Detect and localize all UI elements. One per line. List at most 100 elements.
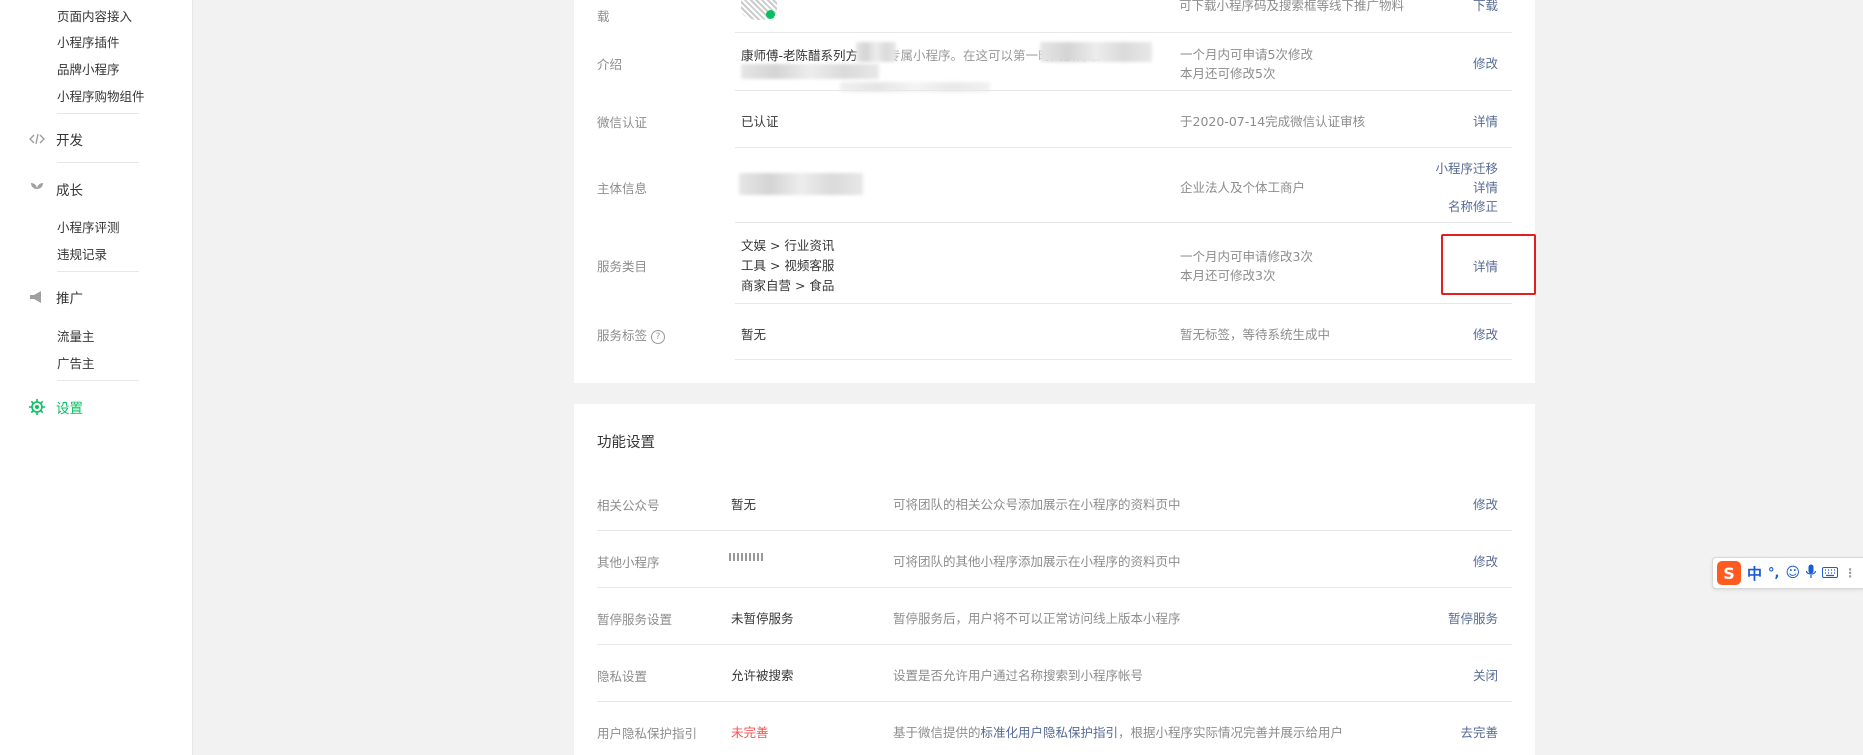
mini-app-thumbnail — [729, 553, 763, 561]
highlight-box — [1441, 234, 1536, 295]
divider — [735, 147, 1512, 148]
emoji-icon[interactable]: ☺ — [1785, 565, 1800, 581]
row-label-privacy: 隐私设置 — [597, 669, 648, 684]
row-label-pause-service: 暂停服务设置 — [597, 612, 673, 627]
row-desc: 本月还可修改5次 — [1180, 66, 1276, 81]
row-label-tags: 服务标签? — [597, 325, 666, 344]
row-label-entity: 主体信息 — [597, 181, 648, 196]
pause-service-value: 未暂停服务 — [731, 611, 794, 626]
sidebar-item-dev[interactable]: 开发 — [28, 129, 83, 149]
divider — [597, 587, 1512, 588]
divider — [57, 271, 139, 272]
sidebar-item-label: 成长 — [56, 183, 83, 199]
row-label-verify: 微信认证 — [597, 115, 648, 130]
sidebar-item-brand[interactable]: 品牌小程序 — [57, 59, 120, 78]
sidebar-item-plugin[interactable]: 小程序插件 — [57, 32, 120, 51]
official-account-value: 暂无 — [731, 497, 757, 512]
row-desc: 本月还可修改3次 — [1180, 268, 1276, 283]
download-link[interactable]: 下载 — [1438, 0, 1498, 14]
func-settings-card — [574, 404, 1535, 755]
divider — [57, 380, 139, 381]
blurred-entity-name — [739, 173, 863, 195]
edit-official-account-link[interactable]: 修改 — [1440, 494, 1498, 513]
row-label-text: 服务标签 — [597, 328, 648, 343]
divider — [735, 303, 1512, 304]
row-label-intro: 介绍 — [597, 57, 623, 72]
tags-value: 暂无 — [741, 327, 767, 342]
complete-privacy-guide-link[interactable]: 去完善 — [1430, 722, 1498, 741]
verify-detail-link[interactable]: 详情 — [1440, 111, 1498, 130]
edit-tags-link[interactable]: 修改 — [1440, 324, 1498, 343]
help-icon[interactable]: ? — [651, 329, 666, 344]
more-icon[interactable]: ⋮ — [1844, 566, 1856, 580]
privacy-value: 允许被搜索 — [731, 668, 794, 683]
blurred-text — [741, 64, 879, 79]
sidebar-item-traffic[interactable]: 流量主 — [57, 326, 95, 345]
row-desc: 基于微信提供的标准化用户隐私保护指引，根据小程序实际情况完善并展示给用户 — [893, 722, 1343, 741]
divider — [597, 644, 1512, 645]
row-desc: 可将团队的相关公众号添加展示在小程序的资料页中 — [893, 497, 1181, 512]
entity-detail-link[interactable]: 详情 — [1420, 177, 1498, 196]
sidebar-item-label: 设置 — [56, 401, 83, 417]
edit-intro-link[interactable]: 修改 — [1440, 53, 1498, 72]
divider — [735, 359, 1512, 360]
row-desc: 企业法人及个体工商户 — [1180, 180, 1306, 195]
divider — [735, 222, 1512, 223]
section-title: 功能设置 — [597, 435, 655, 451]
code-icon — [28, 130, 46, 148]
sogou-logo-icon[interactable]: S — [1717, 561, 1741, 585]
sidebar-item-label: 推广 — [56, 291, 83, 307]
intro-text: 康师傅-老陈醋系列方 — [741, 48, 859, 63]
microphone-icon[interactable] — [1805, 564, 1817, 583]
row-label-official-account: 相关公众号 — [597, 498, 660, 513]
ime-toolbar[interactable]: S 中 °, ☺ ⋮ — [1712, 557, 1863, 589]
divider — [597, 701, 1512, 702]
verified-icon — [766, 10, 775, 19]
punctuation-icon[interactable]: °, — [1768, 566, 1779, 581]
blurred-text — [1040, 42, 1152, 62]
row-desc: 暂停服务后，用户将不可以正常访问线上版本小程序 — [893, 611, 1181, 626]
category-item: 工具 > 视频客服 — [741, 258, 835, 273]
migrate-link[interactable]: 小程序迁移 — [1420, 158, 1498, 177]
sidebar-item-advertiser[interactable]: 广告主 — [57, 353, 95, 372]
privacy-guide-status: 未完善 — [731, 725, 769, 740]
pause-service-link[interactable]: 暂停服务 — [1420, 608, 1498, 627]
sidebar-item-settings[interactable]: 设置 — [28, 397, 83, 417]
close-privacy-link[interactable]: 关闭 — [1440, 665, 1498, 684]
privacy-guide-doc-link[interactable]: 标准化用户隐私保护指引 — [981, 725, 1119, 740]
category-item: 文娱 > 行业资讯 — [741, 238, 835, 253]
category-item: 商家自营 > 食品 — [741, 278, 835, 293]
row-desc: 暂无标签，等待系统生成中 — [1180, 327, 1331, 342]
desc-prefix: 基于微信提供的 — [893, 725, 981, 740]
sidebar-item-page-content[interactable]: 页面内容接入 — [57, 6, 132, 25]
sidebar-item-shopping[interactable]: 小程序购物组件 — [57, 86, 145, 105]
sidebar-item-violations[interactable]: 违规记录 — [57, 244, 107, 263]
ime-lang-toggle[interactable]: 中 — [1747, 563, 1762, 584]
keyboard-icon[interactable] — [1822, 564, 1839, 582]
sidebar-item-growth[interactable]: 成长 — [28, 179, 83, 199]
megaphone-icon — [28, 288, 46, 306]
row-desc: 设置是否允许用户通过名称搜索到小程序帐号 — [893, 668, 1144, 683]
sidebar-item-label: 开发 — [56, 133, 83, 149]
divider — [57, 162, 139, 163]
sidebar-item-promo[interactable]: 推广 — [28, 287, 83, 307]
row-desc: 于2020-07-14完成微信认证审核 — [1180, 114, 1366, 129]
row-label-category: 服务类目 — [597, 259, 648, 274]
divider — [735, 32, 1512, 33]
divider — [597, 530, 1512, 531]
row-desc: 可将团队的其他小程序添加展示在小程序的资料页中 — [893, 554, 1181, 569]
row-label-download: 载 — [597, 9, 610, 24]
row-desc: 一个月内可申请5次修改 — [1180, 47, 1313, 62]
blurred-text — [856, 42, 896, 62]
gear-icon — [28, 398, 46, 416]
row-desc: 可下载小程序码及搜索框等线下推广物料 — [1179, 0, 1405, 13]
sidebar-item-evaluation[interactable]: 小程序评测 — [57, 217, 120, 236]
edit-other-apps-link[interactable]: 修改 — [1440, 551, 1498, 570]
row-label-other-apps: 其他小程序 — [597, 555, 660, 570]
name-correction-link[interactable]: 名称修正 — [1420, 196, 1498, 215]
divider — [735, 90, 1512, 91]
desc-suffix: ，根据小程序实际情况完善并展示给用户 — [1118, 725, 1344, 740]
row-desc: 一个月内可申请修改3次 — [1180, 249, 1313, 264]
divider — [57, 113, 139, 114]
sprout-icon — [28, 180, 46, 198]
